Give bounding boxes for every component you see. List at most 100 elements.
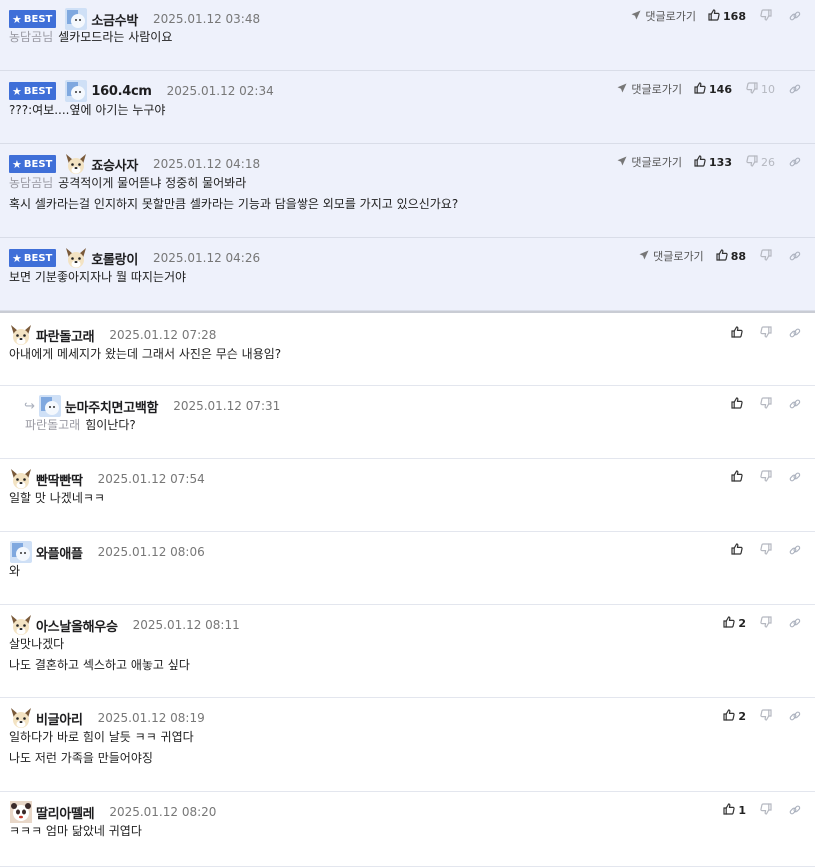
downvote-button[interactable] bbox=[760, 248, 775, 264]
upvote-button[interactable]: 133 bbox=[694, 154, 732, 170]
nickname[interactable]: 160.4cm bbox=[91, 84, 152, 99]
downvote-button[interactable] bbox=[760, 396, 775, 412]
comment-header: 와플애플 2025.01.12 08:06 bbox=[9, 541, 205, 563]
comment-header: 파란돌고래 2025.01.12 07:28 bbox=[9, 325, 216, 345]
star-icon: ★ bbox=[12, 157, 22, 171]
link-icon[interactable] bbox=[789, 471, 801, 483]
downvote-button[interactable] bbox=[760, 615, 775, 631]
link-icon[interactable] bbox=[789, 804, 801, 816]
link-icon[interactable] bbox=[789, 83, 801, 95]
link-icon[interactable] bbox=[789, 544, 801, 556]
nickname[interactable]: 눈마주치면고백함 bbox=[65, 397, 159, 416]
star-icon: ★ bbox=[12, 84, 22, 98]
upvote-button[interactable]: 88 bbox=[716, 248, 746, 264]
upvote-button[interactable]: 2 bbox=[723, 615, 746, 631]
downvote-button[interactable] bbox=[760, 542, 775, 558]
thumbs-up-icon bbox=[716, 248, 731, 264]
go-to-reply-link[interactable]: 댓글로가기 bbox=[639, 248, 704, 264]
comment: 파란돌고래 2025.01.12 07:28 아내에게 메세지가 왔는데 그래서 사… bbox=[0, 311, 815, 386]
link-icon[interactable] bbox=[789, 250, 801, 262]
nickname[interactable]: 아스날올해우승 bbox=[36, 616, 118, 635]
downvote-button[interactable] bbox=[760, 8, 775, 24]
downvote-button[interactable]: 10 bbox=[746, 81, 775, 97]
timestamp: 2025.01.12 08:11 bbox=[132, 618, 240, 632]
comment-body: 일하다가 바로 힘이 날듯 ㅋㅋ 귀엽다 나도 저런 가족을 만들어야징 bbox=[9, 727, 805, 769]
link-icon[interactable] bbox=[789, 156, 801, 168]
upvote-count: 2 bbox=[738, 616, 746, 630]
timestamp: 2025.01.12 04:26 bbox=[153, 251, 261, 265]
nickname[interactable]: 와플애플 bbox=[36, 543, 83, 562]
timestamp: 2025.01.12 02:34 bbox=[166, 84, 274, 98]
thumbs-up-icon bbox=[731, 396, 746, 412]
downvote-count: 26 bbox=[761, 155, 775, 169]
upvote-count: 168 bbox=[723, 9, 746, 23]
best-comment: ★ BEST 160.4cm 2025.01.12 02:34 ???:여보....옆에… bbox=[0, 71, 815, 144]
downvote-button[interactable] bbox=[760, 802, 775, 818]
comment-line: 농담곰님 셀카모드라는 사람이요 bbox=[9, 30, 173, 44]
mention[interactable]: 농담곰님 bbox=[9, 30, 53, 44]
upvote-button[interactable]: 146 bbox=[694, 81, 732, 97]
comment-actions: 1 bbox=[723, 802, 801, 818]
upvote-button[interactable] bbox=[731, 325, 746, 341]
upvote-button[interactable] bbox=[731, 469, 746, 485]
thumbs-down-icon bbox=[760, 396, 775, 412]
go-to-reply-link[interactable]: 댓글로가기 bbox=[631, 8, 696, 24]
nickname[interactable]: 호롤랑이 bbox=[91, 249, 138, 268]
send-icon bbox=[631, 10, 645, 23]
reply-comment: ↪ 눈마주치면고백함 2025.01.12 07:31 파란돌고래 힘이난다? bbox=[0, 386, 815, 459]
link-icon[interactable] bbox=[789, 617, 801, 629]
upvote-count: 88 bbox=[730, 249, 746, 263]
star-icon: ★ bbox=[12, 251, 22, 265]
nickname[interactable]: 딸리아뗄레 bbox=[36, 803, 95, 822]
mention[interactable]: 농담곰님 bbox=[9, 176, 53, 190]
thumbs-down-icon bbox=[760, 469, 775, 485]
link-icon[interactable] bbox=[789, 327, 801, 339]
comment-body: 농담곰님 공격적이게 물어뜯냐 정중히 물어봐라 혹시 셀카라는걸 인지하지 못할만… bbox=[9, 173, 805, 215]
comment-body: 아내에게 메세지가 왔는데 그래서 사진은 무슨 내용임? bbox=[9, 344, 805, 365]
timestamp: 2025.01.12 08:20 bbox=[109, 805, 217, 819]
nickname[interactable]: 소금수박 bbox=[91, 10, 138, 29]
comment-actions: 댓글로가기 88 bbox=[639, 248, 801, 264]
thumbs-down-icon bbox=[760, 708, 775, 724]
go-to-reply-link[interactable]: 댓글로가기 bbox=[617, 81, 682, 97]
nickname[interactable]: 파란돌고래 bbox=[36, 326, 95, 345]
nickname[interactable]: 죠승사자 bbox=[91, 155, 138, 174]
thumbs-up-icon bbox=[723, 802, 738, 818]
nickname[interactable]: 비글아리 bbox=[36, 709, 83, 728]
upvote-count: 1 bbox=[738, 803, 746, 817]
timestamp: 2025.01.12 07:28 bbox=[109, 328, 217, 342]
upvote-button[interactable]: 1 bbox=[723, 802, 746, 818]
downvote-button[interactable]: 26 bbox=[746, 154, 775, 170]
comment-body: 살맛나겠다 나도 결혼하고 섹스하고 애놓고 싶다 bbox=[9, 634, 805, 676]
best-comment: ★ BEST 호롤랑이 2025.01.12 04:26 보면 기분좋아지자나 뭘 따지… bbox=[0, 238, 815, 311]
comment-actions: 2 bbox=[723, 708, 801, 724]
upvote-button[interactable]: 2 bbox=[723, 708, 746, 724]
thumbs-down-icon bbox=[746, 154, 761, 170]
comment-actions: 댓글로가기 168 bbox=[631, 8, 801, 24]
upvote-button[interactable] bbox=[731, 542, 746, 558]
comment-actions: 댓글로가기 133 26 bbox=[617, 154, 801, 170]
nickname[interactable]: 빤딱빤딱 bbox=[36, 470, 83, 489]
comment: 아스날올해우승 2025.01.12 08:11 살맛나겠다 나도 결혼하고 섹스하고… bbox=[0, 605, 815, 698]
link-icon[interactable] bbox=[789, 10, 801, 22]
upvote-button[interactable] bbox=[731, 396, 746, 412]
comment-line: 일할 맛 나겠네ㅋㅋ bbox=[9, 491, 105, 505]
go-to-reply-link[interactable]: 댓글로가기 bbox=[617, 154, 682, 170]
best-badge: ★ BEST bbox=[9, 249, 57, 267]
comment-header: ★ BEST 호롤랑이 2025.01.12 04:26 bbox=[9, 248, 260, 268]
downvote-button[interactable] bbox=[760, 469, 775, 485]
mention[interactable]: 파란돌고래 bbox=[25, 418, 80, 432]
link-icon[interactable] bbox=[789, 398, 801, 410]
downvote-button[interactable] bbox=[760, 708, 775, 724]
send-icon bbox=[617, 156, 631, 169]
comment-line: 농담곰님 공격적이게 물어뜯냐 정중히 물어봐라 bbox=[9, 176, 247, 190]
downvote-button[interactable] bbox=[760, 325, 775, 341]
best-comment: ★ BEST 죠승사자 2025.01.12 04:18 농담곰님 공격적이게 물어뜯냐 … bbox=[0, 144, 815, 238]
timestamp: 2025.01.12 07:54 bbox=[97, 472, 205, 486]
star-icon: ★ bbox=[12, 12, 22, 26]
thumbs-up-icon bbox=[694, 81, 709, 97]
upvote-button[interactable]: 168 bbox=[708, 8, 746, 24]
comment-line: ㅋㅋㅋ 엄마 닮았네 귀엽다 bbox=[9, 824, 142, 838]
link-icon[interactable] bbox=[789, 710, 801, 722]
thumbs-down-icon bbox=[746, 81, 761, 97]
